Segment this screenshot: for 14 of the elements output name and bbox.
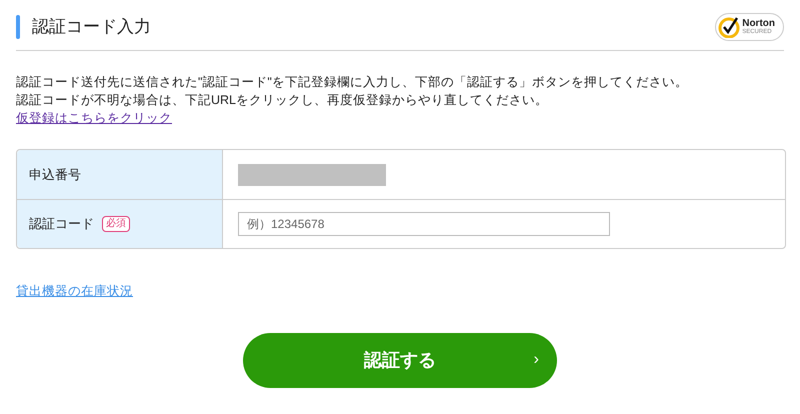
stock-link[interactable]: 貸出機器の在庫状況 <box>16 282 133 301</box>
badge-brand: Norton <box>742 19 775 29</box>
chevron-icon: › <box>534 348 539 372</box>
page-title: 認証コード入力 <box>32 16 151 38</box>
field-label: 認証コード <box>29 215 94 234</box>
title-accent-bar <box>16 15 20 39</box>
checkmark-icon <box>718 16 740 38</box>
submit-button[interactable]: 認証する › <box>243 332 557 388</box>
instruction-text: 認証コード送付先に送信された"認証コード"を下記登録欄に入力し、下部の「認証する」ボタンを押してください。 <box>16 74 689 91</box>
instruction-text: 認証コードが不明な場合は、下記URLをクリックし、再度仮登録からやり直してください。 <box>16 92 550 109</box>
retry-link[interactable]: 仮登録はこちらをクリック <box>16 111 172 125</box>
code-input-field[interactable]: 例）12345678 <box>238 212 610 236</box>
field-label: 申込番号 <box>29 166 81 184</box>
required-tag: 必須 <box>102 216 130 232</box>
